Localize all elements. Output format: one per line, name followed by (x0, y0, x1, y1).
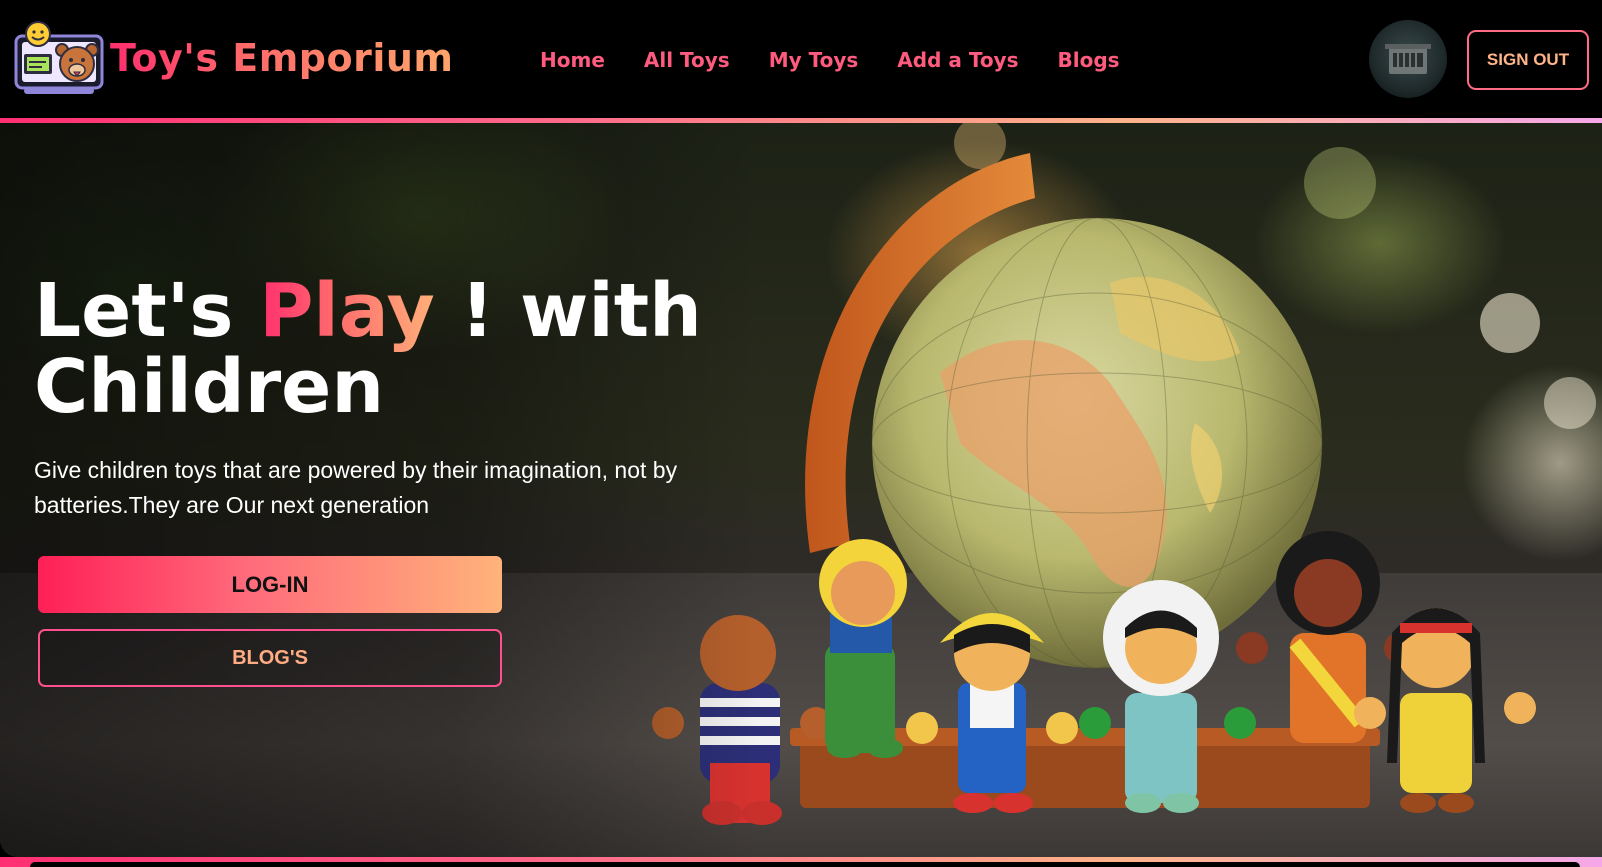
globe-with-wooden-doll-toys (652, 123, 1596, 825)
main-nav: Home All Toys My Toys Add a Toys Blogs (540, 48, 1120, 72)
doll-yellow-hair (819, 539, 907, 758)
nav-home[interactable]: Home (540, 48, 605, 72)
nav-all-toys[interactable]: All Toys (644, 48, 730, 72)
headline-accent: Play (259, 268, 435, 354)
login-button[interactable]: LOG-IN (38, 556, 502, 613)
hero-banner: Let's Play ! with Children Give children… (0, 123, 1602, 857)
avatar-photo-icon (1385, 44, 1431, 74)
headline-part1: Let's (34, 268, 260, 354)
sign-out-button[interactable]: SIGN OUT (1467, 30, 1589, 90)
hero-subtitle: Give children toys that are powered by t… (34, 457, 678, 518)
nav-add-a-toys[interactable]: Add a Toys (897, 48, 1018, 72)
user-avatar[interactable] (1369, 20, 1447, 98)
nav-my-toys[interactable]: My Toys (769, 48, 859, 72)
doll-braids (1354, 608, 1536, 813)
toy-laptop-bear-icon[interactable] (12, 20, 108, 100)
hero-headline: Let's Play ! with Children (34, 273, 734, 425)
nav-blogs[interactable]: Blogs (1058, 48, 1120, 72)
blogs-button[interactable]: BLOG'S (38, 629, 502, 687)
navbar: Toy's Emporium Home All Toys My Toys Add… (0, 0, 1602, 118)
next-section-edge (30, 862, 1580, 867)
brand-name[interactable]: Toy's Emporium (110, 36, 454, 80)
